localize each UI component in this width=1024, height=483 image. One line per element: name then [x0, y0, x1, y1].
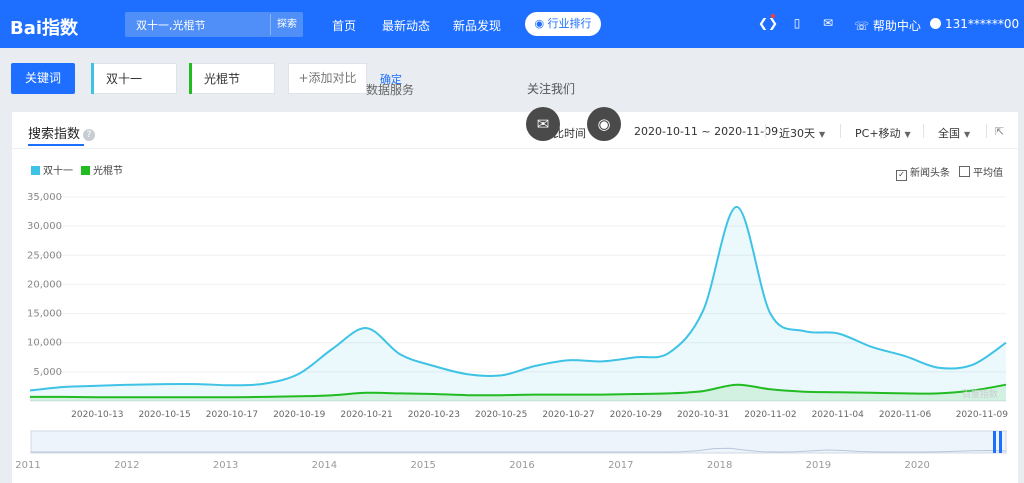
x-tick-label: 2020-10-15 — [138, 410, 190, 420]
timeline-range — [30, 430, 1007, 454]
timeline-year-label: 2018 — [707, 460, 732, 471]
y-tick-label: 35,000 — [27, 192, 62, 203]
watermark-text: 百度指数 — [962, 388, 998, 400]
timeline-year-label: 2011 — [15, 460, 40, 471]
y-tick-label: 30,000 — [27, 221, 62, 232]
timeline-year-label: 2015 — [410, 460, 435, 471]
x-tick-label: 2020-11-06 — [879, 410, 932, 420]
timeline-year-label: 2013 — [213, 460, 238, 471]
timeline-year-label: 2020 — [904, 460, 929, 471]
x-tick-label: 2020-10-17 — [206, 410, 258, 420]
timeline-year-label: 2017 — [608, 460, 633, 471]
y-tick-label: 25,000 — [27, 250, 62, 261]
timeline-year-label: 2019 — [806, 460, 831, 471]
timeline-year-label: 2016 — [509, 460, 534, 471]
y-tick-label: 20,000 — [27, 279, 62, 290]
timeline-handle-right — [999, 431, 1002, 453]
y-tick-label: 10,000 — [27, 338, 62, 349]
timeline-year-label: 2014 — [312, 460, 337, 471]
timeline-year-label: 2012 — [114, 460, 139, 471]
x-tick-label: 2020-11-09 — [956, 410, 1009, 420]
x-tick-label: 2020-10-25 — [475, 410, 527, 420]
x-tick-label: 2020-11-04 — [812, 410, 865, 420]
y-tick-label: 15,000 — [27, 309, 62, 320]
x-tick-label: 2020-11-02 — [744, 410, 796, 420]
timeline-handle-left — [993, 431, 996, 453]
x-tick-label: 2020-10-27 — [542, 410, 594, 420]
x-tick-label: 2020-10-19 — [273, 410, 326, 420]
x-tick-label: 2020-10-29 — [610, 410, 663, 420]
x-tick-label: 2020-10-21 — [340, 410, 392, 420]
search-index-chart: 5,000 10,000 15,000 20,000 25,000 30,000 35,00… — [15, 192, 1009, 471]
y-tick-label: 5,000 — [33, 367, 62, 378]
x-tick-label: 2020-10-31 — [677, 410, 729, 420]
x-tick-label: 2020-10-23 — [408, 410, 460, 420]
x-tick-label: 2020-10-13 — [71, 410, 123, 420]
